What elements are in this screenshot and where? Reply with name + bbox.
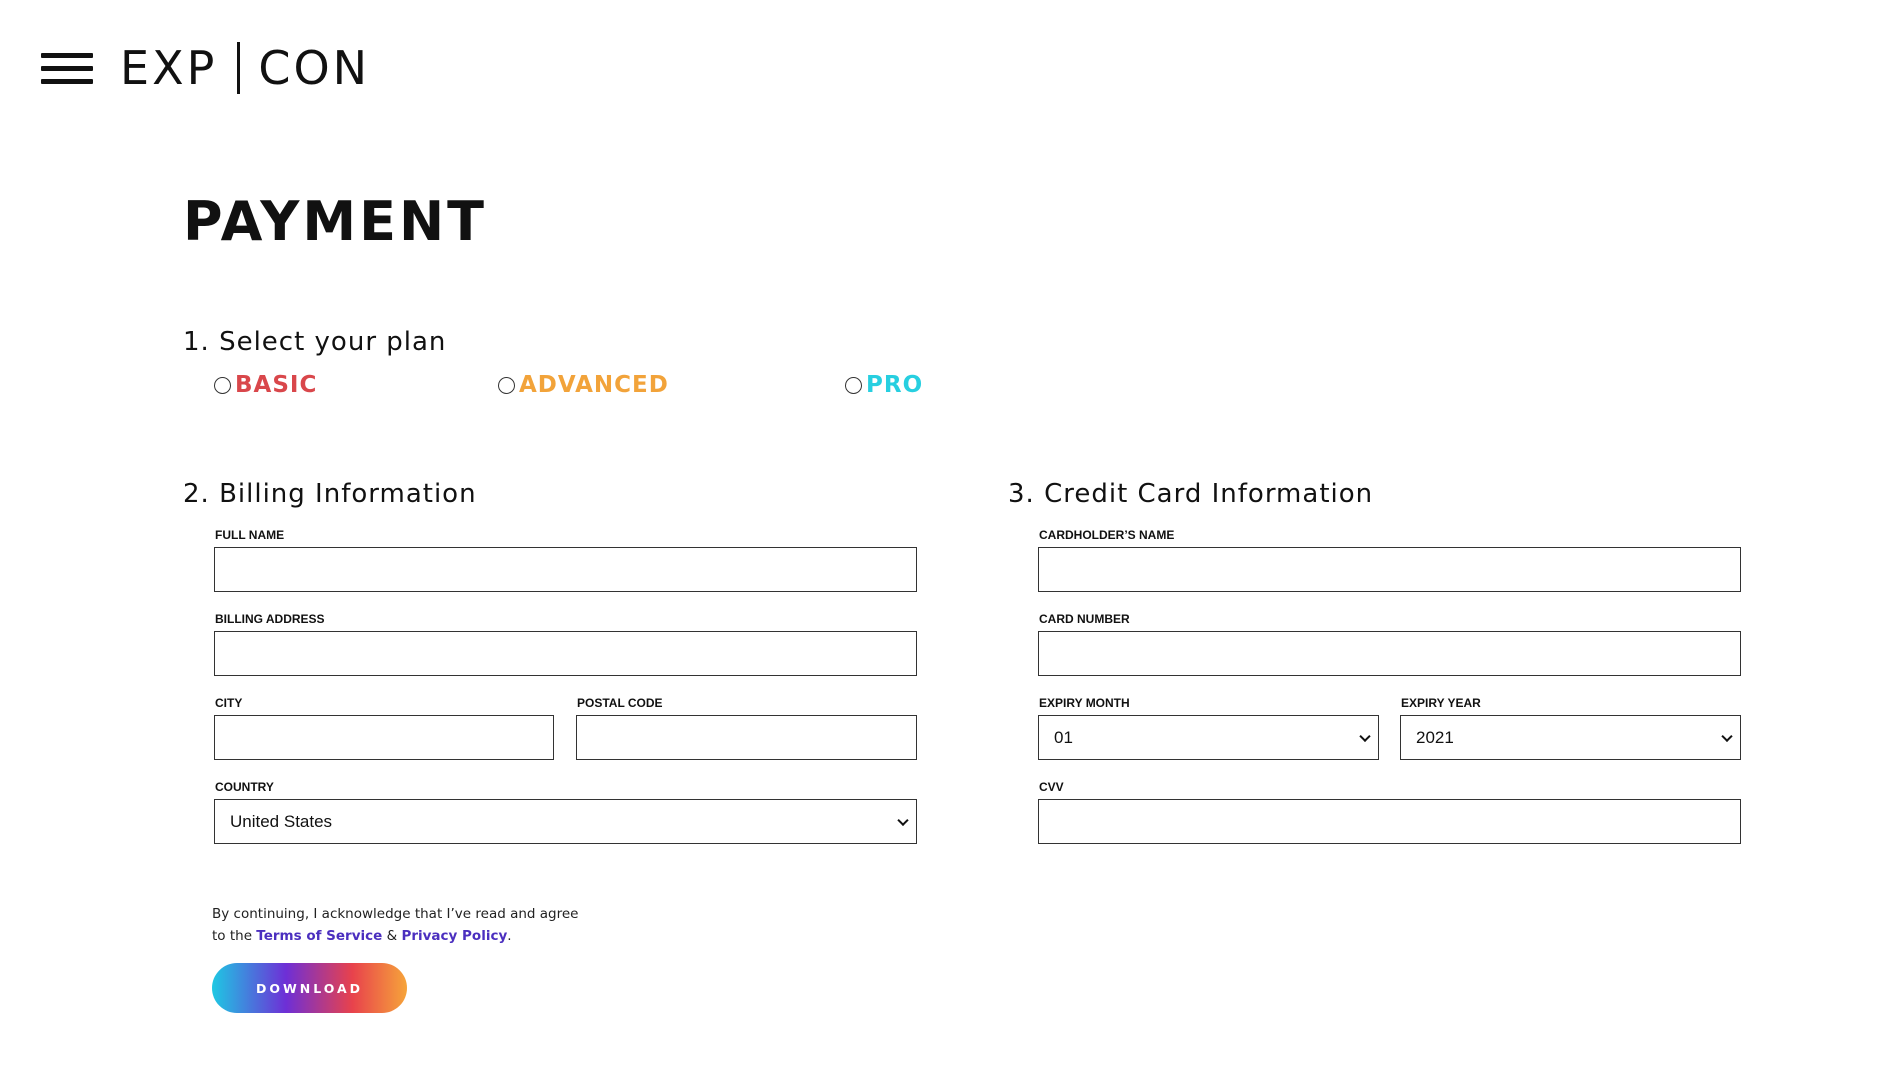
agreement-ampersand: & (386, 928, 398, 944)
logo-divider (237, 42, 241, 94)
agreement-line-2: to the Terms of Service & Privacy Policy… (212, 925, 578, 947)
country-select[interactable]: United States (214, 799, 917, 844)
agreement-period: . (507, 928, 512, 944)
full-name-label: FULL NAME (215, 528, 285, 542)
plan-label-pro: PRO (866, 372, 924, 398)
chevron-down-icon (1721, 730, 1733, 742)
agreement-line-1: By continuing, I acknowledge that I’ve r… (212, 906, 579, 922)
expiry-month-label: EXPIRY MONTH (1039, 696, 1130, 710)
plan-section-heading: 1. Select your plan (183, 327, 447, 357)
site-header: EXP CON (0, 0, 1903, 140)
cardholder-name-label: CARDHOLDER’S NAME (1039, 528, 1175, 542)
expiry-year-label: EXPIRY YEAR (1401, 696, 1481, 710)
expiry-month-select[interactable]: 01 (1038, 715, 1379, 760)
terms-of-service-link[interactable]: Terms of Service (256, 928, 382, 944)
country-label: COUNTRY (215, 780, 274, 794)
logo-left-text: EXP (120, 41, 218, 95)
agreement-prefix: to the (212, 928, 252, 944)
page-title: PAYMENT (183, 190, 487, 253)
plan-option-pro[interactable]: PRO (845, 372, 923, 398)
hamburger-menu-icon[interactable] (41, 53, 93, 85)
full-name-input[interactable] (214, 547, 917, 592)
expiry-year-value: 2021 (1416, 727, 1454, 747)
menu-bar (41, 79, 93, 84)
privacy-policy-link[interactable]: Privacy Policy (401, 928, 507, 944)
cardholder-name-input[interactable] (1038, 547, 1741, 592)
agreement-text: By continuing, I acknowledge that I’ve r… (212, 903, 578, 947)
site-logo[interactable]: EXP CON (120, 41, 371, 95)
card-section-heading: 3. Credit Card Information (1008, 479, 1374, 509)
logo-right-text: CON (258, 41, 371, 95)
expiry-year-select[interactable]: 2021 (1400, 715, 1741, 760)
card-number-label: CARD NUMBER (1039, 612, 1130, 626)
download-button[interactable]: DOWNLOAD (212, 963, 407, 1013)
plan-label-advanced: ADVANCED (519, 372, 669, 398)
billing-address-label: BILLING ADDRESS (215, 612, 325, 626)
expiry-month-value: 01 (1054, 727, 1073, 747)
cvv-label: CVV (1039, 780, 1064, 794)
radio-pro[interactable] (845, 376, 862, 394)
menu-bar (41, 66, 93, 71)
city-label: CITY (215, 696, 243, 710)
card-number-input[interactable] (1038, 631, 1741, 676)
radio-advanced[interactable] (498, 376, 515, 394)
cvv-input[interactable] (1038, 799, 1741, 844)
city-input[interactable] (214, 715, 554, 760)
plan-option-basic[interactable]: BASIC (214, 372, 317, 398)
radio-basic[interactable] (214, 376, 231, 394)
chevron-down-icon (897, 814, 909, 826)
postal-code-label: POSTAL CODE (577, 696, 663, 710)
country-select-value: United States (230, 811, 333, 831)
billing-section-heading: 2. Billing Information (183, 479, 477, 509)
menu-bar (41, 53, 93, 58)
postal-code-input[interactable] (576, 715, 917, 760)
chevron-down-icon (1359, 730, 1371, 742)
billing-address-input[interactable] (214, 631, 917, 676)
plan-option-advanced[interactable]: ADVANCED (498, 372, 669, 398)
plan-label-basic: BASIC (235, 372, 318, 398)
